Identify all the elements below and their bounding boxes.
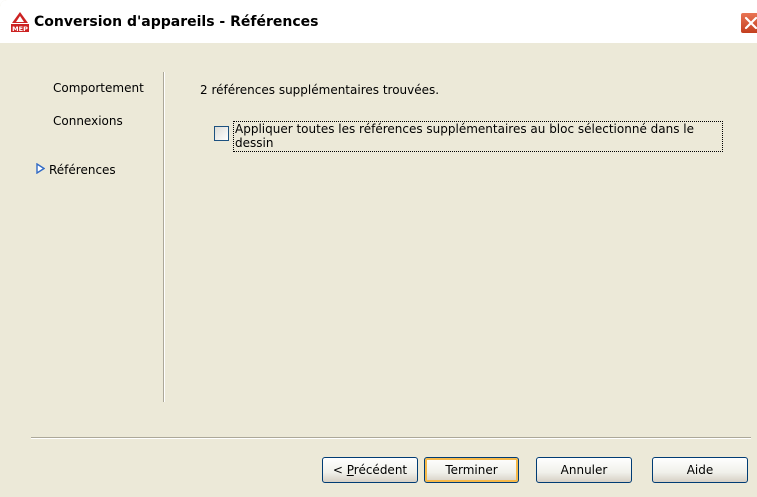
- help-button[interactable]: Aide: [652, 457, 748, 483]
- previous-label-mnemonic: P: [346, 463, 354, 477]
- footer-divider: [31, 437, 751, 438]
- window-title: Conversion d'appareils - Références: [34, 14, 319, 30]
- wizard-sidebar: Comportement Connexions Références: [0, 43, 165, 403]
- close-button[interactable]: [740, 12, 757, 34]
- app-icon-text: MEP: [12, 25, 28, 33]
- apply-all-references-checkbox[interactable]: [214, 126, 229, 141]
- apply-all-references-label[interactable]: Appliquer toutes les références suppléme…: [233, 121, 723, 152]
- cancel-button[interactable]: Annuler: [536, 457, 632, 483]
- current-step-arrow-icon: [36, 162, 46, 177]
- vertical-divider: [163, 72, 164, 402]
- close-icon: [744, 16, 757, 30]
- sidebar-item-comportement[interactable]: Comportement: [53, 81, 144, 95]
- found-references-text: 2 références supplémentaires trouvées.: [200, 83, 440, 97]
- previous-label-prefix: <: [332, 463, 347, 477]
- sidebar-item-references[interactable]: Références: [49, 163, 116, 177]
- previous-button[interactable]: < Précédent: [322, 457, 418, 483]
- title-bar[interactable]: MEP Conversion d'appareils - Références: [0, 0, 757, 43]
- sidebar-item-connexions[interactable]: Connexions: [53, 114, 123, 128]
- dialog-window: MEP Conversion d'appareils - Références …: [0, 0, 757, 497]
- previous-label-rest: récédent: [353, 463, 408, 477]
- finish-button[interactable]: Terminer: [424, 457, 519, 483]
- autocad-mep-icon: MEP: [10, 11, 30, 33]
